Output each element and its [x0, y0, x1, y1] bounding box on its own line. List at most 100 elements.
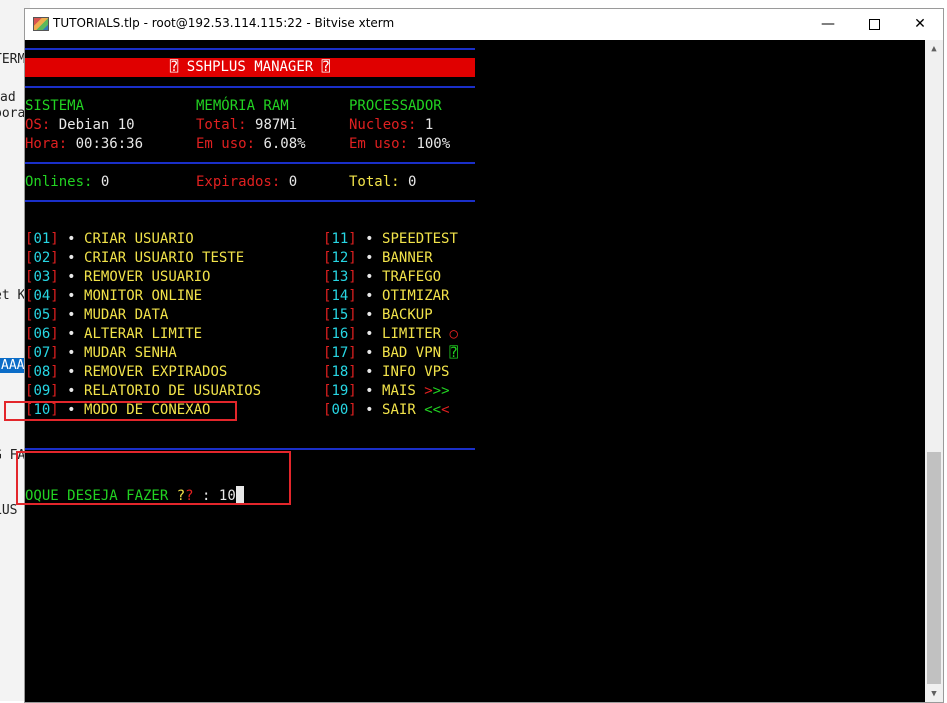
- menu-option-label: CRIAR USUARIO TESTE: [84, 250, 245, 266]
- vertical-scrollbar[interactable]: ▲ ▼: [925, 40, 943, 702]
- menu-option[interactable]: [09] • RELATORIO DE USUARIOS: [25, 382, 261, 401]
- app-icon[interactable]: [33, 17, 49, 31]
- menu-option[interactable]: [12] • BANNER: [323, 249, 433, 268]
- bullet-icon: •: [365, 326, 374, 342]
- menu-option-number: 11: [331, 231, 349, 247]
- menu-option-label: LIMITER: [382, 326, 442, 342]
- bullet-icon: •: [365, 288, 374, 304]
- cpu-usage-label: Em uso:: [349, 136, 409, 152]
- menu-option[interactable]: [19] • MAIS >>>: [323, 382, 450, 401]
- bullet-icon: •: [67, 250, 76, 266]
- menu-option-number: 19: [331, 383, 349, 399]
- processador-header: PROCESSADOR: [349, 98, 442, 114]
- menu-option-number: 07: [33, 345, 51, 361]
- minimize-button[interactable]: —: [805, 9, 851, 39]
- close-button[interactable]: ✕: [897, 9, 943, 39]
- onlines-row: Onlines: 0: [25, 173, 109, 192]
- arrows-left-icon: <<<: [424, 402, 450, 418]
- arrows-right-icon: >>>: [424, 383, 450, 399]
- menu-option[interactable]: [00] • SAIR <<<: [323, 401, 450, 420]
- menu-option-number: 18: [331, 364, 349, 380]
- menu-option-number: 01: [33, 231, 51, 247]
- scrollbar-thumb[interactable]: [927, 452, 941, 684]
- menu-option-number: 05: [33, 307, 51, 323]
- bg-text: LUS: [0, 503, 18, 518]
- scroll-down-icon[interactable]: ▼: [925, 685, 943, 702]
- menu-option[interactable]: [04] • MONITOR ONLINE: [25, 287, 202, 306]
- menu-option[interactable]: [06] • ALTERAR LIMITE: [25, 325, 202, 344]
- menu-option[interactable]: [07] • MUDAR SENHA: [25, 344, 177, 363]
- menu-option[interactable]: [08] • REMOVER EXPIRADOS: [25, 363, 227, 382]
- bg-text: pora: [0, 106, 26, 121]
- bullet-icon: •: [365, 231, 374, 247]
- divider-line: [25, 48, 475, 50]
- mem-total-label: Total:: [196, 117, 247, 133]
- menu-option[interactable]: [03] • REMOVER USUARIO: [25, 268, 210, 287]
- onlines-value: 0: [100, 174, 110, 190]
- divider-line: [25, 200, 475, 202]
- mem-total-row: Total: 987Mi: [196, 116, 297, 135]
- menu-option-label: SPEEDTEST: [382, 231, 458, 247]
- menu-option-number: 12: [331, 250, 349, 266]
- bullet-icon: •: [365, 269, 374, 285]
- bullet-icon: •: [67, 364, 76, 380]
- menu-option-number: 03: [33, 269, 51, 285]
- mem-usage-row: Em uso: 6.08%: [196, 135, 306, 154]
- bullet-icon: •: [365, 383, 374, 399]
- mem-usage-value: 6.08%: [263, 136, 306, 152]
- banner-title: ⍰ SSHPLUS MANAGER ⍰: [25, 58, 475, 77]
- menu-option-label: BANNER: [382, 250, 433, 266]
- circle-icon: ○: [449, 326, 458, 342]
- menu-option-number: 02: [33, 250, 51, 266]
- title-bar[interactable]: TUTORIALS.tlp - root@192.53.114.115:22 -…: [25, 9, 943, 39]
- menu-option[interactable]: [11] • SPEEDTEST: [323, 230, 458, 249]
- menu-option[interactable]: [13] • TRAFEGO: [323, 268, 441, 287]
- total-users-value: 0: [408, 174, 417, 190]
- sistema-header: SISTEMA: [25, 98, 85, 114]
- menu-option-number: 08: [33, 364, 51, 380]
- expirados-row: Expirados: 0: [196, 173, 297, 192]
- menu-option[interactable]: [16] • LIMITER ○: [323, 325, 458, 344]
- menu-option-number: 14: [331, 288, 349, 304]
- menu-option-label: INFO VPS: [382, 364, 450, 380]
- menu-option[interactable]: [15] • BACKUP: [323, 306, 433, 325]
- divider-line: [25, 162, 475, 164]
- nucleos-label: Nucleos:: [349, 117, 417, 133]
- scroll-up-icon[interactable]: ▲: [925, 40, 943, 57]
- os-label: OS:: [25, 117, 51, 133]
- menu-option-number: 09: [33, 383, 51, 399]
- bullet-icon: •: [365, 364, 374, 380]
- menu-option[interactable]: [17] • BAD VPN ⍰: [323, 344, 458, 363]
- maximize-icon: [868, 18, 880, 30]
- terminal-output[interactable]: ⍰ SSHPLUS MANAGER ⍰ SISTEMA MEMÓRIA RAM …: [25, 40, 925, 702]
- cpu-usage-value: 100%: [416, 136, 451, 152]
- menu-option-label: CRIAR USUARIO: [84, 231, 194, 247]
- terminal-window: TUTORIALS.tlp - root@192.53.114.115:22 -…: [24, 8, 944, 703]
- highlight-box: [4, 401, 237, 421]
- bullet-icon: •: [365, 250, 374, 266]
- os-row: OS: Debian 10: [25, 116, 135, 135]
- menu-option-label: MAIS: [382, 383, 416, 399]
- menu-option-label: BAD VPN: [382, 345, 442, 361]
- menu-option-label: SAIR: [382, 402, 416, 418]
- menu-option-label: BACKUP: [382, 307, 433, 323]
- divider-line: [25, 86, 475, 88]
- menu-option-number: 06: [33, 326, 51, 342]
- menu-option-label: RELATORIO DE USUARIOS: [84, 383, 262, 399]
- bullet-icon: •: [67, 231, 76, 247]
- menu-option[interactable]: [05] • MUDAR DATA: [25, 306, 168, 325]
- menu-option[interactable]: [18] • INFO VPS: [323, 363, 449, 382]
- menu-option[interactable]: [14] • OTIMIZAR: [323, 287, 449, 306]
- mem-total-value: 987Mi: [255, 117, 298, 133]
- nucleos-value: 1: [424, 117, 434, 133]
- bg-text: TERM: [0, 52, 26, 67]
- menu-option-label: REMOVER EXPIRADOS: [84, 364, 228, 380]
- menu-option[interactable]: [02] • CRIAR USUARIO TESTE: [25, 249, 244, 268]
- unknown-glyph-icon: ⍰: [449, 345, 458, 361]
- bullet-icon: •: [67, 326, 76, 342]
- menu-option[interactable]: [01] • CRIAR USUARIO: [25, 230, 194, 249]
- bullet-icon: •: [67, 269, 76, 285]
- maximize-button[interactable]: [851, 9, 897, 39]
- bullet-icon: •: [365, 307, 374, 323]
- bg-text: ad: [0, 90, 16, 105]
